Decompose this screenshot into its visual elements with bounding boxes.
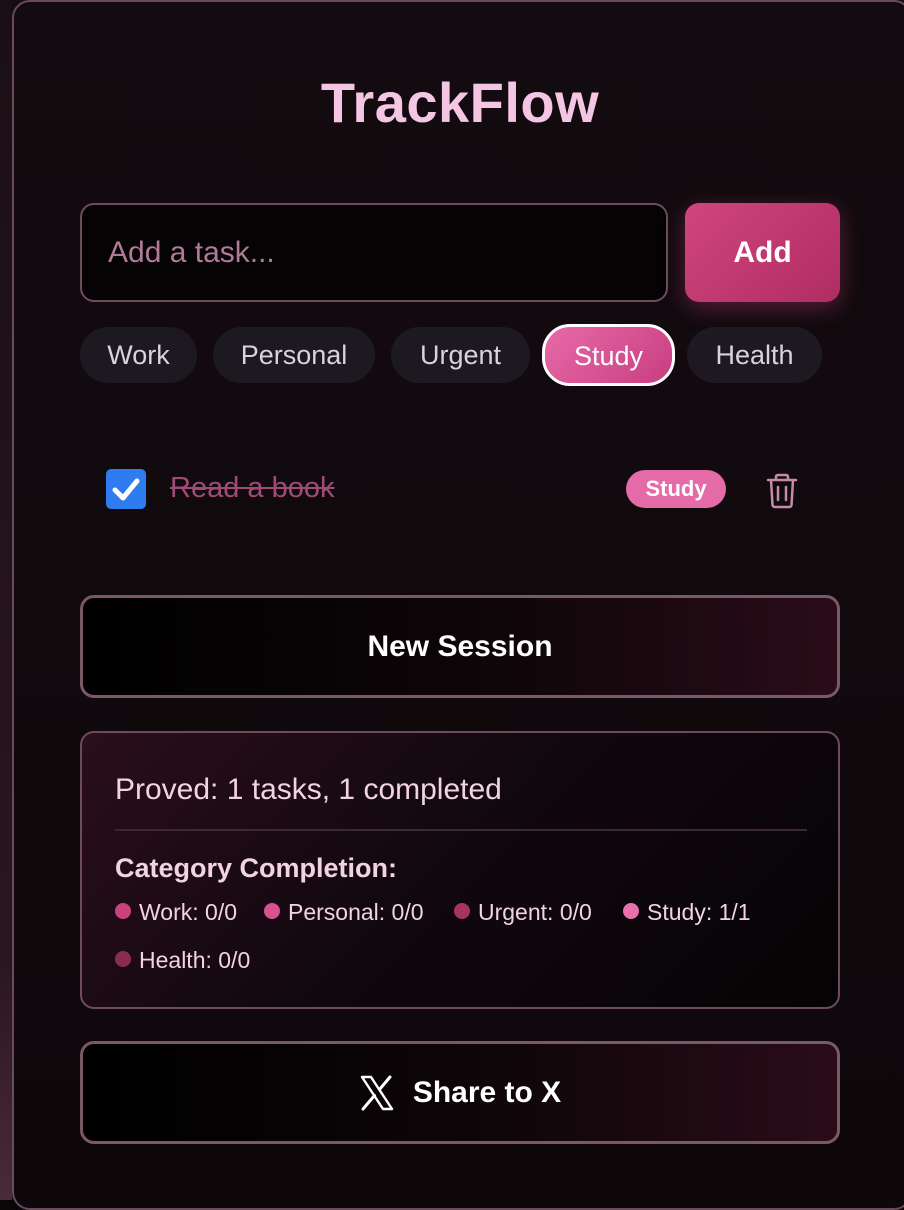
app-title: TrackFlow (320, 71, 600, 134)
app-background: TrackFlow Add Work Personal Urgent Study… (0, 0, 904, 1210)
task-input[interactable] (80, 203, 668, 302)
trash-icon (766, 473, 798, 509)
stat-item-study: Study: 1/1 (623, 899, 751, 926)
stat-item-personal: Personal: 0/0 (264, 899, 424, 926)
delete-task-button[interactable] (764, 472, 800, 510)
new-session-button[interactable]: New Session (80, 595, 840, 698)
share-button-label: Share to X (412, 1075, 562, 1109)
category-chip-work[interactable]: Work (80, 327, 197, 383)
stats-card: Proved: 1 tasks, 1 completed Category Co… (80, 731, 840, 1009)
category-dot-icon (115, 951, 131, 967)
stat-item-work: Work: 0/0 (115, 899, 237, 926)
task-title: Read a book (170, 472, 335, 504)
stat-item-urgent: Urgent: 0/0 (454, 899, 592, 926)
category-dot-icon (115, 903, 131, 919)
stats-divider (115, 829, 807, 831)
category-completion-heading: Category Completion: (115, 853, 398, 883)
stats-summary: Proved: 1 tasks, 1 completed (115, 773, 502, 806)
x-logo-icon (360, 1075, 394, 1110)
category-dot-icon (264, 903, 280, 919)
checkmark-icon (112, 478, 140, 501)
category-chip-personal[interactable]: Personal (213, 327, 375, 383)
task-checkbox[interactable] (106, 469, 146, 509)
category-chip-health[interactable]: Health (687, 327, 822, 383)
task-category-badge: Study (626, 470, 726, 508)
left-edge-strip (0, 0, 12, 1200)
category-dot-icon (454, 903, 470, 919)
stat-item-health: Health: 0/0 (115, 947, 250, 974)
add-task-button[interactable]: Add (685, 203, 840, 302)
category-chip-urgent[interactable]: Urgent (391, 327, 530, 383)
share-to-x-button[interactable]: Share to X (80, 1041, 840, 1144)
category-chip-study[interactable]: Study (542, 324, 675, 386)
category-dot-icon (623, 903, 639, 919)
